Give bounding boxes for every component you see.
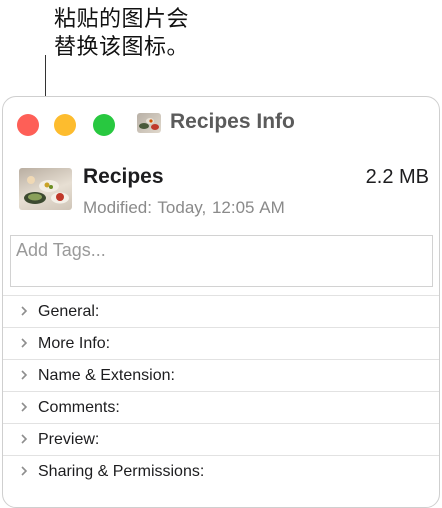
info-window: Recipes Info Recipes 2.2 MB Modified: To… bbox=[2, 96, 440, 508]
close-button[interactable] bbox=[17, 114, 39, 136]
modified-line: Modified: Today, 12:05 AM bbox=[83, 198, 285, 218]
file-thumbnail-icon[interactable] bbox=[19, 168, 72, 210]
section-preview[interactable]: Preview: bbox=[3, 423, 439, 455]
section-label: Sharing & Permissions: bbox=[38, 463, 205, 480]
zoom-button[interactable] bbox=[93, 114, 115, 136]
section-general[interactable]: General: bbox=[3, 295, 439, 327]
file-size: 2.2 MB bbox=[365, 166, 429, 188]
section-label: Preview: bbox=[38, 431, 100, 448]
section-sharing-permissions[interactable]: Sharing & Permissions: bbox=[3, 455, 439, 487]
chevron-right-icon[interactable] bbox=[18, 369, 30, 381]
callout-annotation: 粘贴的图片会 替换该图标。 bbox=[54, 6, 189, 62]
section-name-extension[interactable]: Name & Extension: bbox=[3, 359, 439, 391]
info-sections: General: More Info: Name & Extension: Co… bbox=[3, 295, 439, 487]
callout-line-2: 替换该图标。 bbox=[54, 35, 190, 60]
chevron-right-icon[interactable] bbox=[18, 337, 30, 349]
chevron-right-icon[interactable] bbox=[18, 433, 30, 445]
callout-line-1: 粘贴的图片会 bbox=[54, 7, 190, 32]
tags-input[interactable]: Add Tags... bbox=[10, 235, 433, 287]
title-bar: Recipes Info bbox=[3, 97, 439, 155]
section-more-info[interactable]: More Info: bbox=[3, 327, 439, 359]
file-name: Recipes bbox=[83, 165, 164, 188]
section-comments[interactable]: Comments: bbox=[3, 391, 439, 423]
file-thumbnail-small-icon bbox=[137, 113, 161, 133]
chevron-right-icon[interactable] bbox=[18, 401, 30, 413]
section-label: Comments: bbox=[38, 399, 120, 416]
modified-value: Today, 12:05 AM bbox=[157, 198, 285, 217]
modified-label: Modified: bbox=[83, 198, 152, 217]
section-label: General: bbox=[38, 303, 100, 320]
section-label: More Info: bbox=[38, 335, 111, 352]
chevron-right-icon[interactable] bbox=[18, 465, 30, 477]
chevron-right-icon[interactable] bbox=[18, 305, 30, 317]
file-header: Recipes 2.2 MB Modified: Today, 12:05 AM bbox=[3, 155, 439, 223]
section-label: Name & Extension: bbox=[38, 367, 175, 384]
minimize-button[interactable] bbox=[54, 114, 76, 136]
window-title: Recipes Info bbox=[170, 110, 295, 133]
